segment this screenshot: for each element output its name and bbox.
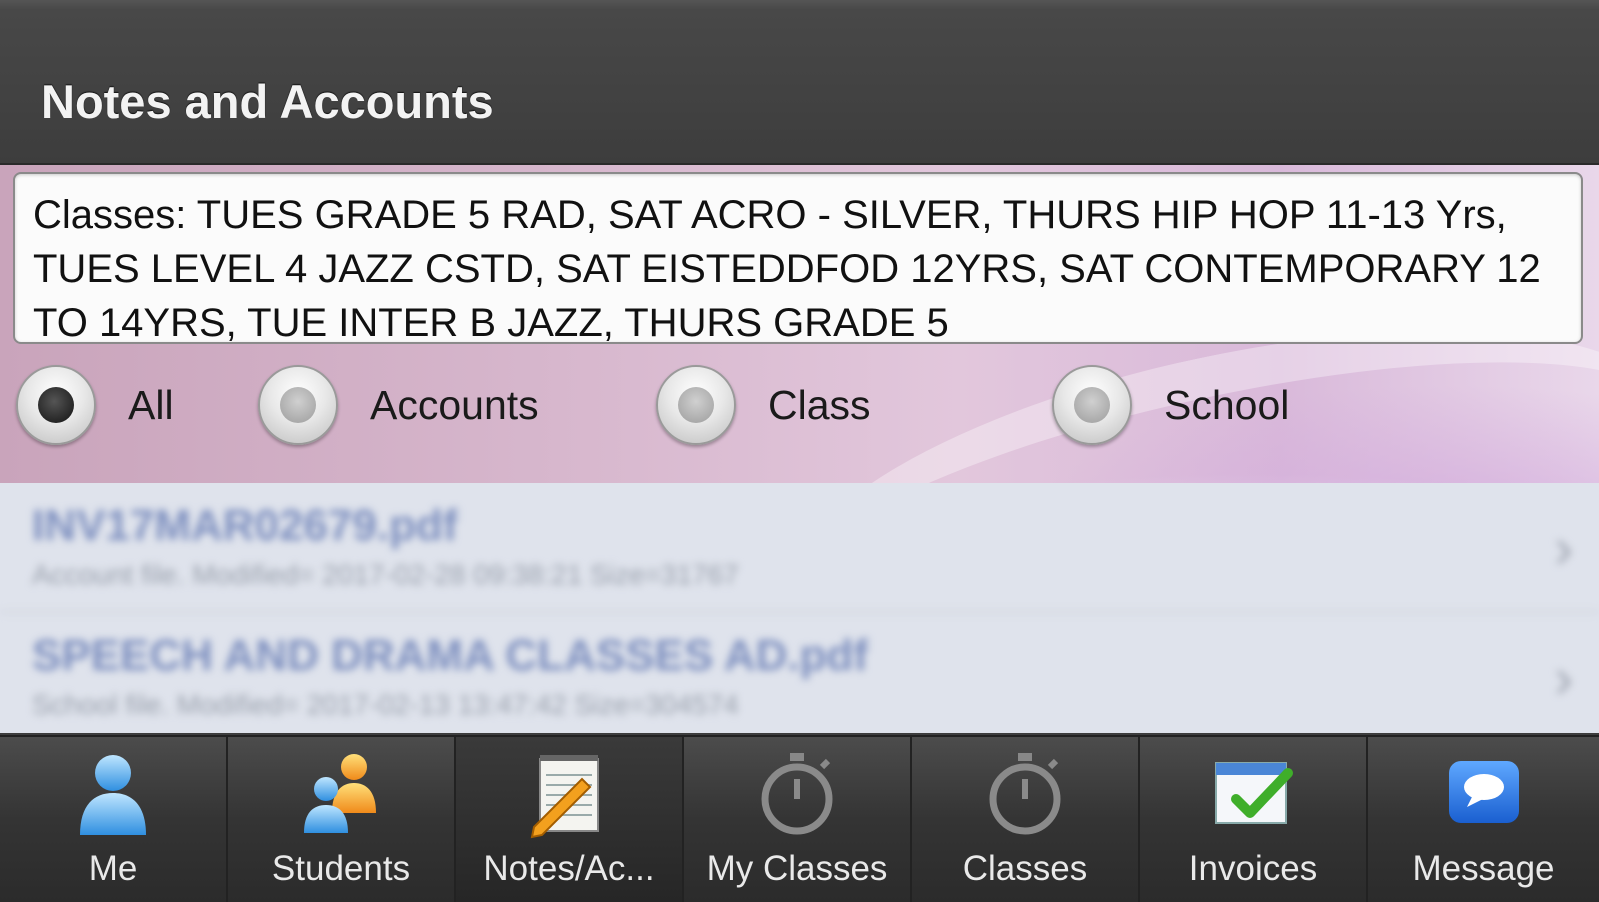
chevron-right-icon: › [1554,516,1573,579]
tab-me[interactable]: Me [0,737,228,902]
tab-notes-accounts[interactable]: Notes/Ac... [456,737,684,902]
speech-bubble-icon [1448,761,1519,823]
tab-label: Invoices [1188,849,1318,888]
radio-class[interactable]: Class [656,365,871,445]
radio-button-icon [16,365,96,445]
stopwatch-icon [989,753,1061,835]
notepad-pencil-icon [530,755,599,839]
tab-invoices[interactable]: Invoices [1140,737,1368,902]
tab-classes[interactable]: Classes [912,737,1140,902]
radio-button-icon [258,365,338,445]
tab-label: Students [271,849,411,888]
chevron-right-icon: › [1554,646,1573,709]
group-icon [304,754,376,833]
list-item[interactable]: INV17MAR02679.pdf Account file. Modified… [0,483,1599,613]
document-list: INV17MAR02679.pdf Account file. Modified… [0,483,1599,743]
filter-radio-group: All Accounts Class School [0,365,1599,453]
tab-bar: Me Students Notes/Ac... My Classes Class… [0,735,1599,902]
page-title: Notes and Accounts [41,75,494,128]
stopwatch-icon [761,753,833,835]
radio-all[interactable]: All [16,365,174,445]
radio-button-icon [1052,365,1132,445]
list-item-title: SPEECH AND DRAMA CLASSES AD.pdf [32,631,869,680]
radio-label-all: All [128,381,174,428]
classes-textbox[interactable]: Classes: TUES GRADE 5 RAD, SAT ACRO - SI… [13,172,1583,344]
list-item-subtitle: School file. Modified= 2017-02-13 13:47:… [32,689,739,720]
radio-button-icon [656,365,736,445]
list-item-title: INV17MAR02679.pdf [32,501,458,550]
tab-label: Message [1412,849,1555,888]
list-item-subtitle: Account file. Modified= 2017-02-28 09:38… [32,559,739,590]
radio-label-school: School [1164,381,1290,428]
list-item[interactable]: SPEECH AND DRAMA CLASSES AD.pdf School f… [0,613,1599,743]
person-icon [80,755,146,835]
tab-my-classes[interactable]: My Classes [684,737,912,902]
tab-label: Classes [962,849,1088,888]
tab-label: My Classes [706,849,888,888]
nav-bar: Notes and Accounts [0,0,1599,165]
tab-label: Notes/Ac... [483,849,655,888]
tab-students[interactable]: Students [228,737,456,902]
tab-label: Me [88,849,138,888]
radio-accounts[interactable]: Accounts [258,365,539,445]
tab-message[interactable]: Message [1368,737,1599,902]
radio-school[interactable]: School [1052,365,1289,445]
radio-label-class: Class [768,381,871,428]
classes-text: Classes: TUES GRADE 5 RAD, SAT ACRO - SI… [33,193,1541,344]
radio-label-accounts: Accounts [370,381,539,428]
invoice-check-icon [1215,762,1293,824]
